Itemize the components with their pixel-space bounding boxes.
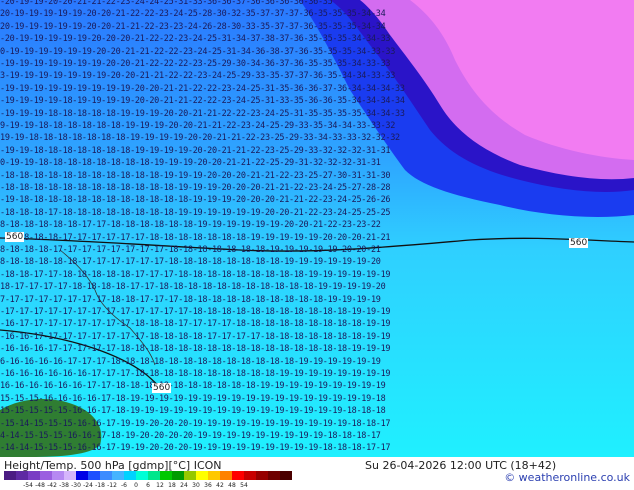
scale-swatch xyxy=(136,471,148,480)
scale-tick: 6 xyxy=(146,482,150,489)
scale-tick: 0 xyxy=(134,482,138,489)
value-row: -16-16-16-16-16-16-17-17-17-18-18-18-18-… xyxy=(0,369,391,379)
scale-swatch xyxy=(256,471,268,480)
value-row: -19-19-18-18-18-18-18-18-18-19-19-19-19-… xyxy=(0,145,391,156)
scale-swatch xyxy=(232,471,244,480)
scale-swatch xyxy=(196,471,208,480)
value-row: -18-18-18-18-17-17-17-17-17-17-18-18-18-… xyxy=(0,232,391,243)
scale-tick: 24 xyxy=(180,482,188,489)
scale-swatch xyxy=(52,471,64,480)
scale-swatch xyxy=(88,471,100,480)
scale-swatch xyxy=(244,471,256,480)
scale-tick: 48 xyxy=(228,482,236,489)
scale-tick: 30 xyxy=(192,482,200,489)
site-credit[interactable]: © weatheronline.co.uk xyxy=(504,471,630,484)
value-row: 8-18-18-18-17-17-17-17-17-17-17-17-18-18… xyxy=(0,245,381,255)
scale-swatch xyxy=(64,471,76,480)
value-row: 3-19-19-19-19-19-19-19-20-20-21-21-22-22… xyxy=(0,71,396,82)
scale-swatch xyxy=(172,471,184,480)
scale-tick: -24 xyxy=(83,482,93,489)
value-row: -20-19-19-19-19-19-20-20-20-21-22-22-23-… xyxy=(0,34,391,45)
value-row: -18-18-17-17-18-18-18-18-18-17-17-17-18-… xyxy=(0,269,391,280)
scale-tick: 42 xyxy=(216,482,224,489)
scale-swatch xyxy=(208,471,220,480)
value-row: -16-16-16-17-17-17-17-17-18-18-18-18-18-… xyxy=(0,344,391,355)
scale-swatch xyxy=(100,471,112,480)
value-row: -19-19-19-19-19-19-19-20-20-21-22-22-22-… xyxy=(0,59,391,69)
value-row: -19-19-19-19-18-19-19-19-19-20-20-21-21-… xyxy=(0,96,405,107)
contour-label: 560 xyxy=(5,232,25,242)
value-row: 0-19-19-19-19-19-19-20-20-21-21-22-22-23… xyxy=(0,46,396,57)
value-row: 0-19-19-18-18-18-18-18-18-18-18-19-19-19… xyxy=(0,158,381,169)
value-row: 15-15-15-16-16-16-16-17-18-19-19-19-19-1… xyxy=(0,393,386,404)
value-row: -16-17-17-17-17-17-17-17-17-18-18-18-17-… xyxy=(0,319,391,330)
scale-swatch xyxy=(184,471,196,480)
scale-swatch xyxy=(268,471,280,480)
scale-swatch xyxy=(148,471,160,480)
value-row: -17-17-17-17-17-17-17-17-17-17-17-17-17-… xyxy=(0,307,391,317)
value-row: 4-14-15-15-15-16-16-17-18-19-20-20-20-20… xyxy=(0,431,381,441)
value-row: 6-16-16-16-16-17-17-17-18-18-18-18-18-18… xyxy=(0,356,381,367)
temperature-map: -20-19-19-20-20-21-21-22-23-24-24-25-31-… xyxy=(0,0,634,457)
scale-swatch xyxy=(160,471,172,480)
scale-swatch xyxy=(124,471,136,480)
value-row: 8-18-18-18-18-18-17-17-17-17-17-17-18-18… xyxy=(0,257,381,268)
scale-tick: -6 xyxy=(121,482,127,489)
value-row: 20-19-19-19-19-19-20-20-21-22-22-23-24-2… xyxy=(0,9,386,20)
value-row: -14-14-15-15-15-16-16-17-19-19-20-20-20-… xyxy=(0,443,391,454)
scale-swatch xyxy=(16,471,28,480)
value-row: -19-18-18-18-18-18-18-18-18-18-18-18-18-… xyxy=(0,195,391,206)
value-row: -19-19-19-19-19-19-19-19-19-20-20-21-21-… xyxy=(0,83,405,94)
value-row: 16-16-16-16-16-16-17-17-18-18-18-18-18-1… xyxy=(0,381,386,392)
value-row: -18-18-18-18-18-18-18-18-18-18-18-19-19-… xyxy=(0,170,391,181)
value-row: 8-18-18-18-18-18-17-17-18-18-18-18-18-18… xyxy=(0,220,381,231)
value-row: -19-19-19-18-18-18-18-18-19-19-19-20-20-… xyxy=(0,108,405,119)
scale-swatch xyxy=(280,471,292,480)
scale-tick: -42 xyxy=(47,482,57,489)
value-row: -18-18-18-17-18-18-18-18-18-18-18-18-19-… xyxy=(0,207,391,218)
value-row: 18-17-17-17-17-18-18-18-18-17-17-18-18-1… xyxy=(0,282,386,293)
scale-swatch xyxy=(40,471,52,480)
color-scale-labels: -54 -48 -42 -38 -30 -24 -18 -12 -6 0 6 12 18 24 30 36 42… xyxy=(22,482,250,489)
scale-swatch xyxy=(112,471,124,480)
scale-swatch xyxy=(4,471,16,480)
value-row: 20-19-19-19-19-19-20-20-21-21-22-23-23-2… xyxy=(0,21,386,32)
contour-label: 560 xyxy=(152,383,172,393)
value-row: -20-19-19-20-20-21-21-22-23-24-24-25-31-… xyxy=(0,0,333,7)
scale-tick: -18 xyxy=(95,482,105,489)
scale-tick: -54 xyxy=(23,482,33,489)
scale-tick: -38 xyxy=(59,482,69,489)
value-row: -15-14-15-15-15-16-16-17-19-19-20-20-20-… xyxy=(0,418,391,429)
scale-swatch xyxy=(76,471,88,480)
scale-swatch xyxy=(28,471,40,480)
scale-tick: -12 xyxy=(107,482,117,489)
scale-tick: -48 xyxy=(35,482,45,489)
value-row: 7-17-17-17-17-17-17-17-18-18-17-17-17-18… xyxy=(0,294,381,305)
scale-tick: 36 xyxy=(204,482,212,489)
scale-swatch xyxy=(220,471,232,480)
scale-tick: 18 xyxy=(168,482,176,489)
scale-tick: 54 xyxy=(240,482,248,489)
value-row: 15-15-15-15-15-16-16-17-18-19-19-19-19-1… xyxy=(0,406,386,417)
value-row: -16-16-17-17-17-17-17-17-17-17-18-18-18-… xyxy=(0,331,391,342)
contour-label: 560 xyxy=(569,238,589,248)
scale-tick: -30 xyxy=(71,482,81,489)
value-row: 19-19-18-18-18-18-18-18-18-19-19-19-19-2… xyxy=(0,133,400,144)
color-scale xyxy=(4,471,292,480)
value-row: 9-19-19-18-18-18-18-18-18-19-19-19-20-20… xyxy=(0,121,396,131)
value-row: -18-18-18-18-18-18-18-18-18-18-18-18-19-… xyxy=(0,183,391,193)
scale-tick: 12 xyxy=(156,482,164,489)
